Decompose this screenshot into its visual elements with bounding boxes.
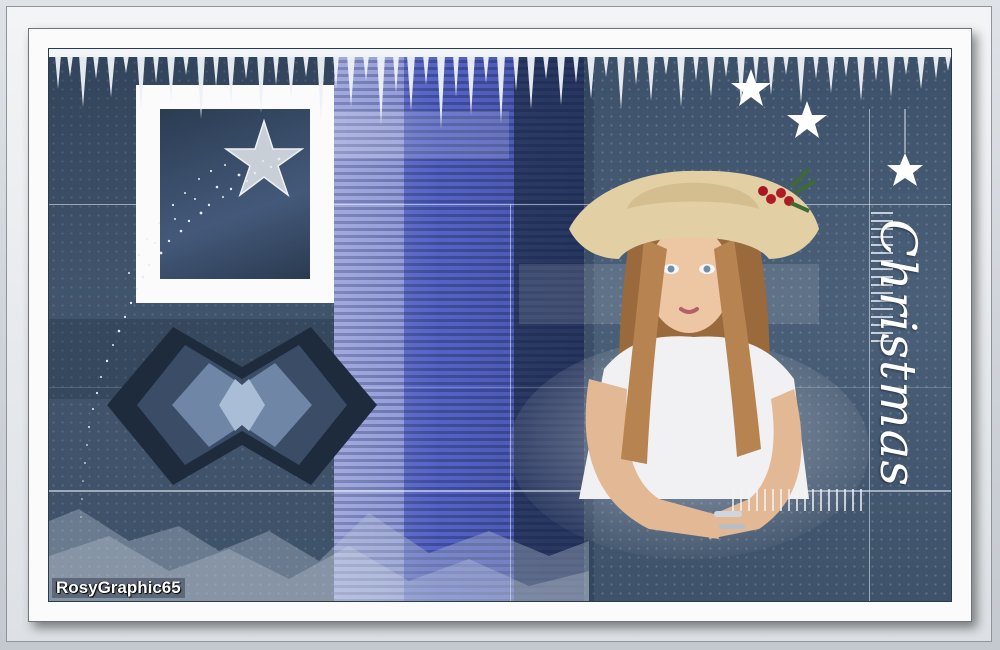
signature-watermark: RosyGraphic65: [52, 578, 185, 598]
christmas-title: Christmas: [869, 219, 927, 487]
tick-marks-horizontal: [732, 489, 862, 511]
stars-decoration: [731, 69, 923, 186]
artwork-canvas: Christmas RosyGraphic65: [48, 48, 952, 602]
star-icon: [887, 153, 923, 186]
star-icon: [731, 69, 771, 106]
star-icon: [787, 101, 827, 138]
